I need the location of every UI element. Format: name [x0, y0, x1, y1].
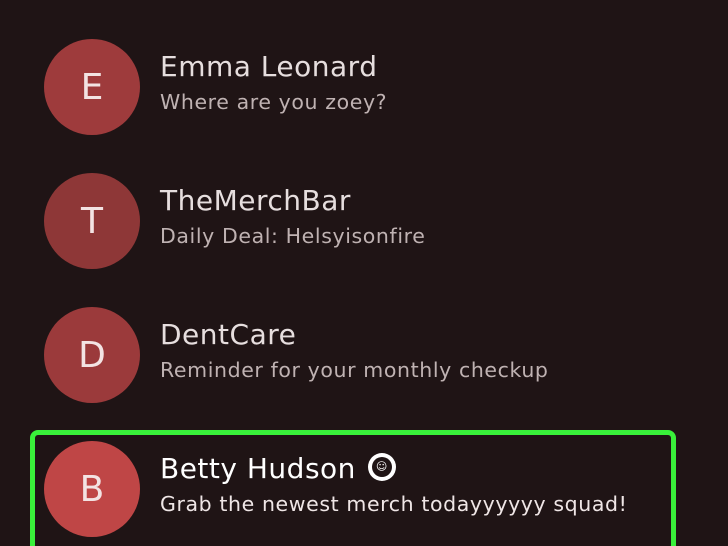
contact-name: Emma Leonard: [160, 50, 378, 83]
message-preview: Daily Deal: Helsyisonfire: [160, 224, 426, 248]
conversation-item-emma-leonard[interactable]: E Emma Leonard Where are you zoey?: [0, 22, 728, 152]
conversation-item-themerchbar[interactable]: T TheMerchBar Daily Deal: Helsyisonfire: [0, 156, 728, 286]
conversation-item-betty-hudson[interactable]: B Betty Hudson ☺ Grab the newest merch to…: [0, 424, 728, 546]
conversation-list: E Emma Leonard Where are you zoey? T The…: [0, 0, 728, 546]
message-preview: Where are you zoey?: [160, 90, 388, 114]
conversation-item-dentcare[interactable]: D DentCare Reminder for your monthly che…: [0, 290, 728, 420]
message-preview: Grab the newest merch todayyyyyy squad!: [160, 492, 628, 516]
avatar: D: [44, 307, 140, 403]
contact-name: Betty Hudson: [160, 452, 356, 485]
avatar: B: [44, 441, 140, 537]
avatar-initial: B: [79, 468, 105, 510]
contact-name: TheMerchBar: [160, 184, 351, 217]
avatar-initial: D: [78, 334, 106, 376]
contact-name: DentCare: [160, 318, 297, 351]
avatar-initial: E: [80, 66, 104, 108]
avatar-initial: T: [81, 200, 103, 242]
avatar: E: [44, 39, 140, 135]
message-preview: Reminder for your monthly checkup: [160, 358, 549, 382]
sticker-icon: ☺: [367, 453, 396, 481]
contact-name-row: Betty Hudson ☺: [160, 452, 396, 485]
avatar: T: [44, 173, 140, 269]
